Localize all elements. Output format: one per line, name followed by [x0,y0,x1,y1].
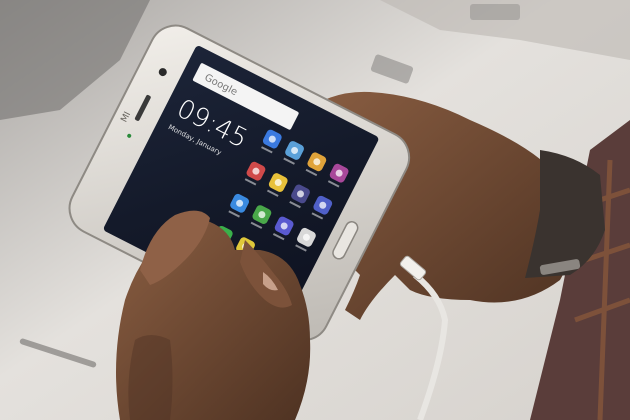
background-device-blur-2 [470,4,520,20]
photo-scene: Google 09:45 Monday, January MI [0,0,630,420]
left-hand-shadow [128,335,173,420]
